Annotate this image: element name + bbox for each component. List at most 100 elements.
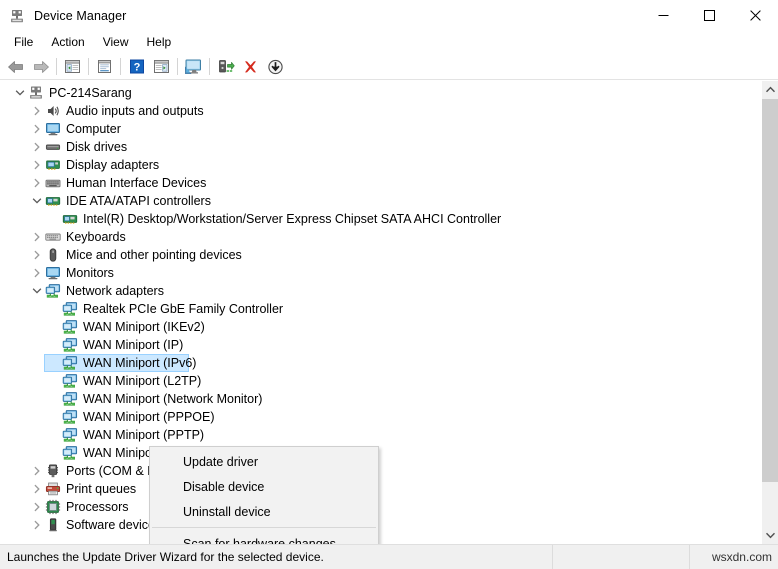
tree-twisty-expanded-icon[interactable] (29, 193, 45, 209)
tree-node[interactable]: Human Interface Devices (0, 174, 760, 192)
tree-node[interactable]: IDE ATA/ATAPI controllers (0, 192, 760, 210)
tree-node[interactable]: WAN Miniport (IKEv2) (0, 318, 760, 336)
tree-node[interactable]: Mice and other pointing devices (0, 246, 760, 264)
tree-twisty-collapsed-icon[interactable] (29, 265, 45, 281)
toolbar: ? (0, 54, 778, 80)
tree-node[interactable]: WAN Miniport (Network Monitor) (0, 390, 760, 408)
show-hide-console-tree-icon[interactable] (61, 56, 84, 78)
network-adapter-icon (62, 355, 78, 371)
tree-node[interactable]: Ports (COM & LPT) (0, 462, 760, 480)
title-bar: Device Manager (0, 0, 778, 31)
tree-node[interactable]: WAN Miniport (L2TP) (0, 372, 760, 390)
software-device-icon (45, 517, 61, 533)
tree-node[interactable]: Disk drives (0, 138, 760, 156)
tree-twisty-expanded-icon[interactable] (12, 85, 28, 101)
tree-twisty-expanded-icon[interactable] (29, 283, 45, 299)
properties-icon[interactable] (93, 56, 116, 78)
display-adapter-icon (45, 157, 61, 173)
tree-twisty-collapsed-icon[interactable] (29, 157, 45, 173)
network-adapter-icon (62, 373, 78, 389)
tree-node-label: WAN Miniport (IP) (83, 338, 184, 352)
tree-node-label: Audio inputs and outputs (66, 104, 204, 118)
network-adapter-icon (62, 301, 78, 317)
tree-node-label: WAN Miniport (IKEv2) (83, 320, 205, 334)
tree-twisty-collapsed-icon[interactable] (29, 175, 45, 191)
menu-view[interactable]: View (94, 32, 138, 53)
tree-twisty-collapsed-icon[interactable] (29, 103, 45, 119)
tree-node[interactable]: Intel(R) Desktop/Workstation/Server Expr… (0, 210, 760, 228)
close-button[interactable] (732, 0, 778, 31)
tree-twisty-collapsed-icon[interactable] (29, 517, 45, 533)
tree-node-label: Disk drives (66, 140, 128, 154)
context-menu-item[interactable]: Disable device (150, 474, 378, 499)
tree-node[interactable]: Realtek PCIe GbE Family Controller (0, 300, 760, 318)
tree-twisty-collapsed-icon[interactable] (29, 499, 45, 515)
tree-node[interactable]: WAN Miniport (IP) (0, 336, 760, 354)
tree-node[interactable]: WAN Miniport (PPTP) (0, 426, 760, 444)
network-adapter-icon (45, 283, 61, 299)
chevron-down-icon[interactable] (762, 527, 778, 544)
tree-twisty-collapsed-icon[interactable] (29, 121, 45, 137)
device-tree[interactable]: PC-214Sarang Audio inputs and outputs Comp… (0, 84, 760, 544)
tree-node[interactable]: Computer (0, 120, 760, 138)
help-icon[interactable]: ? (125, 56, 148, 78)
tree-node-label: Keyboards (66, 230, 126, 244)
toolbar-separator (177, 58, 178, 75)
maximize-button[interactable] (686, 0, 732, 31)
tree-node[interactable]: Display adapters (0, 156, 760, 174)
monitor-icon (45, 121, 61, 137)
minimize-button[interactable] (640, 0, 686, 31)
forward-icon[interactable] (29, 56, 52, 78)
tree-node[interactable]: Software devices (0, 516, 760, 534)
menu-file[interactable]: File (5, 32, 42, 53)
context-menu[interactable]: Update driver Disable device Uninstall dev… (149, 446, 379, 544)
tree-twisty-none-icon (46, 337, 62, 353)
tree-twisty-none-icon (46, 409, 62, 425)
menu-action[interactable]: Action (42, 32, 93, 53)
tree-node[interactable]: WAN Miniport (SSTP) (0, 444, 760, 462)
scan-for-hardware-changes-icon[interactable] (182, 56, 205, 78)
tree-twisty-collapsed-icon[interactable] (29, 247, 45, 263)
processor-icon (45, 499, 61, 515)
tree-node[interactable]: Keyboards (0, 228, 760, 246)
ide-controller-icon (62, 211, 78, 227)
vertical-scrollbar[interactable] (761, 81, 778, 544)
menu-help[interactable]: Help (138, 32, 181, 53)
tree-node[interactable]: Monitors (0, 264, 760, 282)
tree-twisty-collapsed-icon[interactable] (29, 139, 45, 155)
window-title: Device Manager (34, 8, 127, 23)
toolbar-separator (120, 58, 121, 75)
tree-twisty-none-icon (46, 319, 62, 335)
network-adapter-icon (62, 319, 78, 335)
disable-device-icon[interactable] (264, 56, 287, 78)
tree-node-label: Network adapters (66, 284, 164, 298)
status-bar: Launches the Update Driver Wizard for th… (0, 544, 778, 569)
tree-node[interactable]: Print queues (0, 480, 760, 498)
update-driver-icon[interactable] (214, 56, 237, 78)
chevron-up-icon[interactable] (762, 81, 778, 98)
tree-node[interactable]: Network adapters (0, 282, 760, 300)
tree-twisty-collapsed-icon[interactable] (29, 229, 45, 245)
tree-twisty-collapsed-icon[interactable] (29, 481, 45, 497)
tree-node[interactable]: Audio inputs and outputs (0, 102, 760, 120)
tree-node-label: Realtek PCIe GbE Family Controller (83, 302, 284, 316)
tree-node[interactable]: Processors (0, 498, 760, 516)
context-menu-item[interactable]: Update driver (150, 449, 378, 474)
show-hide-action-pane-icon[interactable] (150, 56, 173, 78)
toolbar-separator (56, 58, 57, 75)
scrollbar-thumb[interactable] (762, 99, 778, 482)
tree-twisty-none-icon (46, 355, 62, 371)
watermark: wsxdn.com (711, 550, 772, 564)
tree-twisty-collapsed-icon[interactable] (29, 463, 45, 479)
tree-node[interactable]: PC-214Sarang (0, 84, 760, 102)
context-menu-item[interactable]: Scan for hardware changes (150, 531, 378, 545)
tree-node-label: WAN Miniport (PPPOE) (83, 410, 215, 424)
tree-node[interactable]: WAN Miniport (PPPOE) (0, 408, 760, 426)
tree-node-label: WAN Miniport (IPv6) (83, 356, 197, 370)
back-icon[interactable] (4, 56, 27, 78)
tree-node-label: Human Interface Devices (66, 176, 207, 190)
tree-node-selected[interactable]: WAN Miniport (IPv6) (0, 354, 760, 372)
printer-icon (45, 481, 61, 497)
context-menu-item[interactable]: Uninstall device (150, 499, 378, 524)
uninstall-device-icon[interactable] (239, 56, 262, 78)
